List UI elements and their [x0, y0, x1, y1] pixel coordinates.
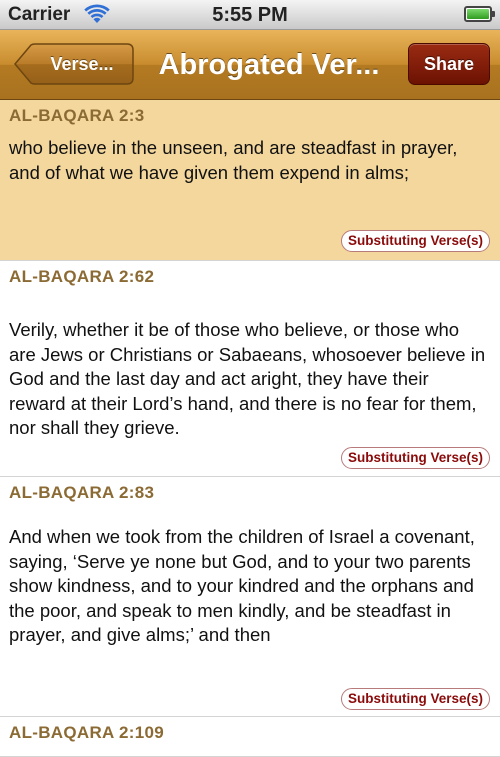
substituting-verses-button[interactable]: Substituting Verse(s) [340, 230, 490, 252]
substituting-verses-button[interactable]: Substituting Verse(s) [340, 688, 490, 710]
verse-row[interactable]: AL-BAQARA 2:3 who believe in the unseen,… [0, 100, 500, 261]
verse-list: AL-BAQARA 2:3 who believe in the unseen,… [0, 100, 500, 757]
verse-text: Verily, whether it be of those who belie… [9, 319, 486, 438]
verse-reference: AL-BAQARA 2:109 [9, 723, 165, 742]
battery-icon [464, 6, 495, 22]
verse-reference: AL-BAQARA 2:62 [9, 267, 155, 286]
status-time: 5:55 PM [212, 4, 288, 26]
navigation-bar: Verse... Abrogated Ver... Share [0, 30, 500, 100]
page-title: Abrogated Ver... [158, 49, 380, 81]
verse-row[interactable]: AL-BAQARA 2:109 [0, 717, 500, 757]
battery-fill [467, 9, 489, 19]
share-button[interactable]: Share [408, 43, 490, 85]
status-bar: Carrier 5:55 PM [0, 0, 500, 30]
verse-reference: AL-BAQARA 2:83 [9, 483, 155, 502]
back-button-label: Verse... [50, 54, 114, 74]
verse-row[interactable]: AL-BAQARA 2:83 And when we took from the… [0, 477, 500, 717]
verse-reference: AL-BAQARA 2:3 [9, 106, 145, 125]
verse-text: And when we took from the children of Is… [9, 526, 475, 645]
verse-text: who believe in the unseen, and are stead… [9, 137, 458, 183]
verse-row[interactable]: AL-BAQARA 2:62 Verily, whether it be of … [0, 261, 500, 477]
substituting-verses-button[interactable]: Substituting Verse(s) [340, 447, 490, 469]
battery-nub [492, 11, 495, 17]
back-button[interactable]: Verse... [14, 43, 134, 85]
